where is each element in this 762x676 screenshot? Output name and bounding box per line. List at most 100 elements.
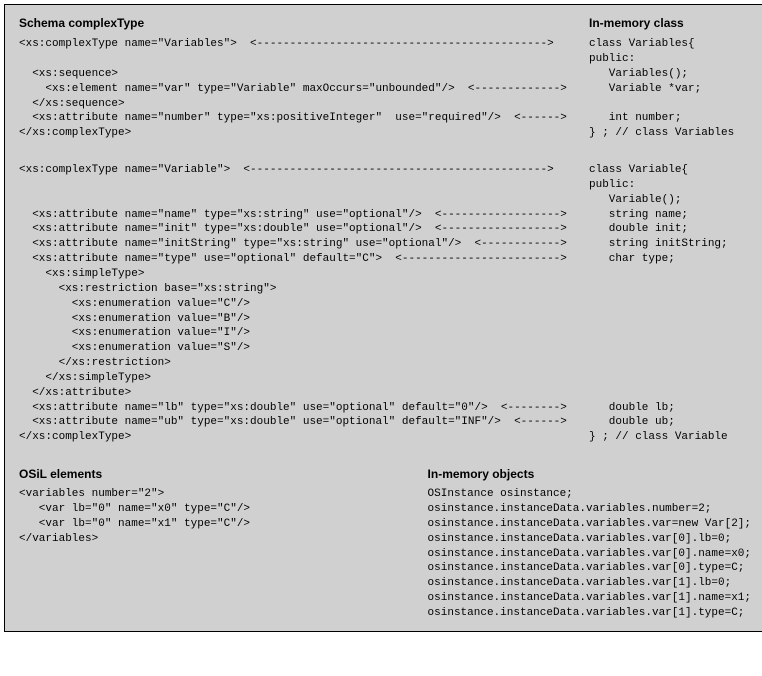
code-line: <xs:simpleType> xyxy=(19,267,751,282)
block-variable: <xs:complexType name="Variable"> <------… xyxy=(19,163,751,445)
code-line: <xs:attribute name="number" type="xs:pos… xyxy=(19,111,751,126)
code-line: <xs:attribute name="init" type="xs:doubl… xyxy=(19,222,751,237)
schema-code xyxy=(19,178,589,193)
schema-code: <xs:element name="var" type="Variable" m… xyxy=(19,82,589,97)
objects-column: In-memory objects OSInstance osinstance;… xyxy=(428,467,751,621)
class-code xyxy=(589,386,751,401)
schema-code: <xs:attribute name="name" type="xs:strin… xyxy=(19,208,589,223)
object-code: osinstance.instanceData.variables.var[1]… xyxy=(428,606,751,621)
schema-code: <xs:sequence> xyxy=(19,67,589,82)
code-line: <xs:enumeration value="I"/> xyxy=(19,326,751,341)
schema-code: <xs:attribute name="ub" type="xs:double"… xyxy=(19,415,589,430)
schema-code: <xs:enumeration value="C"/> xyxy=(19,297,589,312)
class-code: double ub; xyxy=(589,415,751,430)
osil-code: <var lb="0" name="x0" type="C"/> xyxy=(19,502,428,517)
object-code: osinstance.instanceData.variables.var[1]… xyxy=(428,591,751,606)
object-code: osinstance.instanceData.variables.var=ne… xyxy=(428,517,751,532)
schema-code: <xs:enumeration value="S"/> xyxy=(19,341,589,356)
class-code: } ; // class Variables xyxy=(589,126,751,141)
code-line: <xs:enumeration value="S"/> xyxy=(19,341,751,356)
code-line: <xs:attribute name="type" use="optional"… xyxy=(19,252,751,267)
class-code: double lb; xyxy=(589,401,751,416)
schema-code: <xs:attribute name="initString" type="xs… xyxy=(19,237,589,252)
class-code xyxy=(589,356,751,371)
code-line: </xs:sequence> xyxy=(19,97,751,112)
object-code: osinstance.instanceData.variables.number… xyxy=(428,502,751,517)
schema-code: <xs:restriction base="xs:string"> xyxy=(19,282,589,297)
class-code: string name; xyxy=(589,208,751,223)
code-line: <xs:complexType name="Variables"> <-----… xyxy=(19,37,751,52)
schema-code: <xs:complexType name="Variable"> <------… xyxy=(19,163,589,178)
class-code: class Variable{ xyxy=(589,163,751,178)
class-code: Variable *var; xyxy=(589,82,751,97)
class-code xyxy=(589,267,751,282)
class-code: } ; // class Variable xyxy=(589,430,751,445)
object-code: osinstance.instanceData.variables.var[0]… xyxy=(428,532,751,547)
class-code: string initString; xyxy=(589,237,751,252)
objects-heading: In-memory objects xyxy=(428,467,751,481)
class-code: class Variables{ xyxy=(589,37,751,52)
code-line: <xs:restriction base="xs:string"> xyxy=(19,282,751,297)
code-line: <xs:element name="var" type="Variable" m… xyxy=(19,82,751,97)
code-line: public: xyxy=(19,178,751,193)
osil-column: OSiL elements <variables number="2"> <va… xyxy=(19,467,428,621)
schema-code: <xs:enumeration value="B"/> xyxy=(19,312,589,327)
schema-code: </xs:complexType> xyxy=(19,126,589,141)
code-line: </xs:restriction> xyxy=(19,356,751,371)
code-line: </xs:simpleType> xyxy=(19,371,751,386)
schema-code: </xs:complexType> xyxy=(19,430,589,445)
code-line: <xs:attribute name="lb" type="xs:double"… xyxy=(19,401,751,416)
schema-code: <xs:complexType name="Variables"> <-----… xyxy=(19,37,589,52)
class-code xyxy=(589,341,751,356)
figure-container: Schema complexType In-memory class <xs:c… xyxy=(4,4,762,632)
code-line: <xs:attribute name="initString" type="xs… xyxy=(19,237,751,252)
class-code: double init; xyxy=(589,222,751,237)
schema-code: <xs:attribute name="type" use="optional"… xyxy=(19,252,589,267)
code-line: Variable(); xyxy=(19,193,751,208)
code-line: </xs:attribute> xyxy=(19,386,751,401)
class-code: char type; xyxy=(589,252,751,267)
code-line: <xs:attribute name="ub" type="xs:double"… xyxy=(19,415,751,430)
schema-code: <xs:simpleType> xyxy=(19,267,589,282)
top-header-row: Schema complexType In-memory class xyxy=(19,15,751,37)
schema-code xyxy=(19,193,589,208)
schema-code: <xs:attribute name="number" type="xs:pos… xyxy=(19,111,589,126)
block-variables: <xs:complexType name="Variables"> <-----… xyxy=(19,37,751,141)
class-code xyxy=(589,371,751,386)
schema-code: <xs:attribute name="lb" type="xs:double"… xyxy=(19,401,589,416)
code-line: </xs:complexType>} ; // class Variable xyxy=(19,430,751,445)
class-code: Variable(); xyxy=(589,193,751,208)
code-line: <xs:enumeration value="C"/> xyxy=(19,297,751,312)
inmem-class-heading: In-memory class xyxy=(589,15,751,31)
object-code: osinstance.instanceData.variables.var[0]… xyxy=(428,561,751,576)
code-line: <xs:attribute name="name" type="xs:strin… xyxy=(19,208,751,223)
code-line: <xs:complexType name="Variable"> <------… xyxy=(19,163,751,178)
schema-code xyxy=(19,52,589,67)
osil-code: </variables> xyxy=(19,532,428,547)
code-line: <xs:sequence> Variables(); xyxy=(19,67,751,82)
osil-heading: OSiL elements xyxy=(19,467,428,481)
osil-code: <var lb="0" name="x1" type="C"/> xyxy=(19,517,428,532)
code-line: <xs:enumeration value="B"/> xyxy=(19,312,751,327)
schema-code: </xs:restriction> xyxy=(19,356,589,371)
class-code xyxy=(589,326,751,341)
schema-heading: Schema complexType xyxy=(19,15,589,31)
class-code xyxy=(589,282,751,297)
code-line: </xs:complexType>} ; // class Variables xyxy=(19,126,751,141)
code-line: public: xyxy=(19,52,751,67)
class-code xyxy=(589,297,751,312)
object-code: osinstance.instanceData.variables.var[1]… xyxy=(428,576,751,591)
schema-code: <xs:enumeration value="I"/> xyxy=(19,326,589,341)
schema-code: <xs:attribute name="init" type="xs:doubl… xyxy=(19,222,589,237)
class-code: public: xyxy=(589,178,751,193)
class-code xyxy=(589,312,751,327)
object-code: OSInstance osinstance; xyxy=(428,487,751,502)
class-code: int number; xyxy=(589,111,751,126)
class-code: public: xyxy=(589,52,751,67)
schema-code: </xs:sequence> xyxy=(19,97,589,112)
osil-code: <variables number="2"> xyxy=(19,487,428,502)
schema-code: </xs:simpleType> xyxy=(19,371,589,386)
class-code: Variables(); xyxy=(589,67,751,82)
class-code xyxy=(589,97,751,112)
schema-code: </xs:attribute> xyxy=(19,386,589,401)
